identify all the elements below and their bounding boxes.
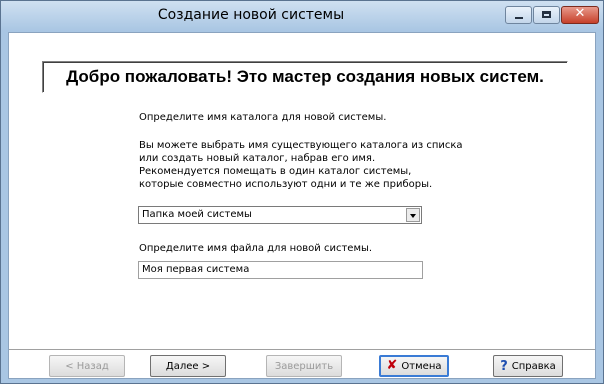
back-button[interactable]: < Назад — [49, 355, 125, 377]
title-bar[interactable]: Создание новой системы ✕ — [1, 1, 603, 31]
maximize-button[interactable] — [533, 6, 560, 24]
cancel-button-label: Отмена — [401, 360, 442, 372]
x-icon: ✘ — [386, 358, 398, 373]
window-title: Создание новой системы — [157, 7, 345, 23]
catalog-select[interactable]: Папка моей системы — [138, 206, 422, 224]
catalog-help-line: Вы можете выбрать имя существующего ката… — [139, 140, 463, 151]
file-prompt-label: Определите имя файла для новой системы. — [139, 243, 373, 254]
finish-button-label: Завершить — [274, 360, 334, 372]
cancel-button[interactable]: ✘ Отмена — [379, 355, 449, 377]
back-button-label: < Назад — [65, 360, 109, 372]
wizard-window: Создание новой системы ✕ Добро пожаловат… — [0, 0, 604, 384]
button-separator — [9, 349, 595, 351]
catalog-select-value: Папка моей системы — [142, 209, 252, 220]
file-name-input[interactable]: Моя первая система — [138, 261, 423, 279]
close-icon: ✕ — [574, 6, 586, 21]
catalog-help-text: Вы можете выбрать имя существующего ката… — [139, 139, 463, 191]
finish-button[interactable]: Завершить — [266, 355, 342, 377]
next-button[interactable]: Далее > — [150, 355, 226, 377]
help-button-label: Справка — [511, 360, 556, 372]
help-button[interactable]: ? Справка — [493, 355, 563, 377]
dropdown-button[interactable] — [406, 208, 420, 222]
next-button-label: Далее > — [165, 360, 211, 372]
maximize-icon — [542, 11, 551, 18]
catalog-prompt-label: Определите имя каталога для новой систем… — [139, 112, 387, 123]
catalog-help-line: Рекомендуется помещать в один каталог си… — [139, 166, 412, 177]
question-icon: ? — [500, 358, 508, 374]
chevron-down-icon — [410, 214, 416, 218]
wizard-body: Добро пожаловать! Это мастер создания но… — [8, 32, 596, 379]
catalog-help-line: или создать новый каталог, набрав его им… — [139, 153, 376, 164]
minimize-button[interactable] — [505, 6, 532, 24]
welcome-heading: Добро пожаловать! Это мастер создания но… — [66, 67, 544, 86]
welcome-banner: Добро пожаловать! Это мастер создания но… — [42, 61, 568, 93]
minimize-icon — [515, 17, 523, 19]
catalog-help-line: которые совместно используют одни и те ж… — [139, 179, 433, 190]
close-button[interactable]: ✕ — [561, 6, 599, 24]
